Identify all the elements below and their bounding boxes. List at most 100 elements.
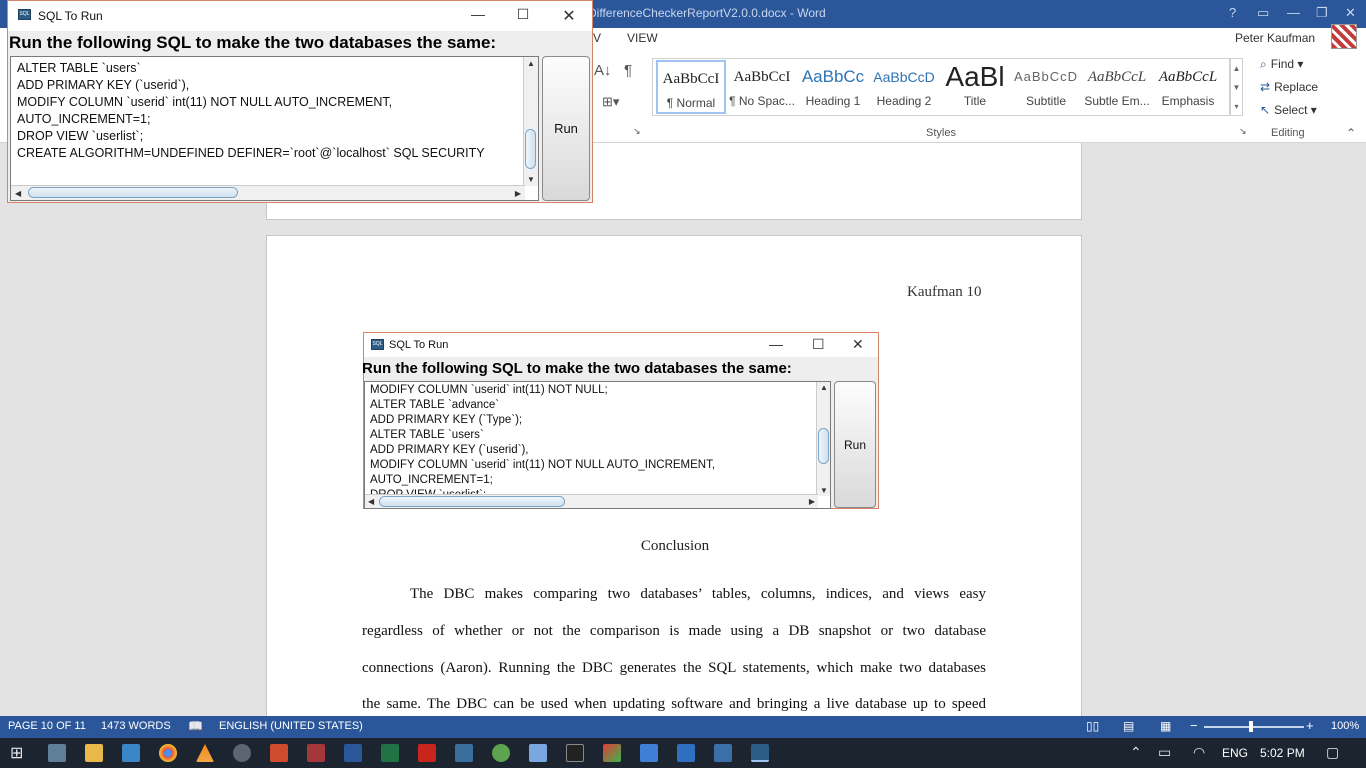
scroll-up-icon[interactable]: ▲	[527, 59, 535, 68]
excel-icon[interactable]	[381, 744, 399, 762]
proofing-icon[interactable]: 📖	[188, 719, 203, 733]
more-styles-icon[interactable]: ▾	[1231, 97, 1242, 116]
powerpoint-icon[interactable]	[270, 744, 288, 762]
run-button[interactable]: Run	[542, 56, 590, 201]
current-page[interactable]: Kaufman 10 SQL SQL To Run — ☐ ✕ Run the …	[266, 235, 1082, 716]
restore-icon[interactable]: ❐	[1316, 5, 1328, 21]
mysql-workbench-icon[interactable]	[455, 744, 473, 762]
style-no-spacing[interactable]: AaBbCcI ¶ No Spac...	[727, 60, 797, 114]
sql-line[interactable]: MODIFY COLUMN `userid` int(11) NOT NULL …	[17, 94, 485, 111]
sql-to-run-taskbar-icon[interactable]	[751, 744, 769, 762]
dialog-title-bar[interactable]: SQL SQL To Run — ☐ ✕	[8, 1, 592, 31]
find-button[interactable]: ⌕ Find ▾	[1260, 57, 1303, 72]
pilcrow-icon[interactable]: ¶	[624, 62, 632, 79]
embedded-sql-dialog-image[interactable]: SQL SQL To Run — ☐ ✕ Run the following S…	[362, 332, 879, 509]
minimize-icon[interactable]: —	[1287, 5, 1300, 20]
replace-button[interactable]: ⇄ Replace	[1260, 80, 1318, 94]
xbox-icon[interactable]	[492, 744, 510, 762]
style-subtle-emphasis[interactable]: AaBbCcL Subtle Em...	[1082, 60, 1152, 114]
chevron-up-icon[interactable]: ▲	[1231, 59, 1242, 78]
sql-line[interactable]: DROP VIEW `userlist`;	[17, 128, 485, 145]
action-center-icon[interactable]: ▢	[1326, 744, 1339, 761]
show-hidden-icons-icon[interactable]: ⌃	[1130, 744, 1142, 761]
avatar[interactable]	[1331, 24, 1357, 49]
zoom-slider-thumb[interactable]	[1249, 721, 1253, 732]
scroll-right-icon[interactable]: ▶	[515, 189, 521, 198]
read-mode-icon[interactable]: ▯▯	[1086, 719, 1099, 733]
style-emphasis[interactable]: AaBbCcL Emphasis	[1153, 60, 1223, 114]
wifi-icon[interactable]: ◠	[1193, 744, 1205, 761]
horizontal-scrollbar[interactable]: ◀ ▶	[11, 185, 525, 200]
web-layout-icon[interactable]: ▦	[1160, 719, 1171, 733]
computer-icon[interactable]	[122, 744, 140, 762]
file-explorer-old-icon[interactable]	[48, 744, 66, 762]
unity-icon[interactable]	[233, 744, 251, 762]
tab-review-partial[interactable]: V	[593, 31, 601, 45]
style-normal[interactable]: AaBbCcI ¶ Normal	[656, 60, 726, 114]
page-count[interactable]: PAGE 10 OF 11	[8, 720, 86, 732]
sql-line: ALTER TABLE `advance`	[370, 399, 500, 411]
style-subtitle[interactable]: AaBbCcD Subtitle	[1011, 60, 1081, 114]
sql-text[interactable]: ALTER TABLE `users` ADD PRIMARY KEY (`us…	[17, 60, 485, 162]
tab-view[interactable]: VIEW	[627, 31, 658, 45]
language-status[interactable]: ENGLISH (UNITED STATES)	[219, 720, 363, 732]
sql-line: MODIFY COLUMN `userid` int(11) NOT NULL;	[370, 384, 608, 396]
cube-app-icon[interactable]	[714, 744, 732, 762]
select-button[interactable]: ↖ Select ▾	[1260, 103, 1317, 117]
style-heading-1[interactable]: AaBbCc Heading 1	[798, 60, 868, 114]
folder-icon[interactable]	[85, 744, 103, 762]
word-count[interactable]: 1473 WORDS	[101, 720, 171, 732]
windows-start-icon[interactable]: ⊞	[10, 743, 23, 763]
styles-gallery-scroll[interactable]: ▲ ▼ ▾	[1230, 58, 1243, 116]
zoom-level[interactable]: 100%	[1331, 720, 1359, 732]
clock[interactable]: 5:02 PM	[1260, 746, 1305, 760]
word-icon[interactable]	[344, 744, 362, 762]
user-name[interactable]: Peter Kaufman	[1235, 31, 1315, 45]
minimize-button[interactable]: —	[468, 6, 488, 22]
chrome-icon[interactable]	[159, 744, 177, 762]
zoom-out-icon[interactable]: −	[1190, 718, 1198, 733]
sql-line[interactable]: AUTO_INCREMENT=1;	[17, 111, 485, 128]
scroll-thumb[interactable]	[525, 129, 536, 169]
malwarebytes-icon[interactable]	[640, 744, 658, 762]
run-button-image: Run	[834, 381, 876, 508]
print-layout-icon[interactable]: ▤	[1123, 719, 1134, 733]
help-icon[interactable]: ?	[1229, 5, 1236, 20]
vertical-scrollbar[interactable]: ▲ ▼	[523, 57, 538, 186]
zoom-slider[interactable]	[1204, 726, 1304, 728]
sql-line[interactable]: ADD PRIMARY KEY (`userid`),	[17, 77, 485, 94]
sort-icon[interactable]: A↓	[594, 62, 612, 79]
style-heading-2[interactable]: AaBbCcD Heading 2	[869, 60, 939, 114]
chevron-down-icon[interactable]: ▼	[1231, 78, 1242, 97]
style-title[interactable]: AaBl Title	[940, 60, 1010, 114]
minimize-icon: —	[769, 336, 783, 352]
battery-icon[interactable]: ▭	[1158, 744, 1171, 761]
scroll-left-icon[interactable]: ◀	[15, 189, 21, 198]
command-prompt-icon[interactable]	[566, 744, 584, 762]
sql-line[interactable]: CREATE ALGORITHM=UNDEFINED DEFINER=`root…	[17, 145, 485, 162]
paragraph-dialog-launcher-icon[interactable]: ↘	[633, 126, 641, 137]
scroll-thumb[interactable]	[28, 187, 238, 198]
close-button[interactable]: ✕	[559, 6, 579, 26]
zoom-in-icon[interactable]: +	[1306, 718, 1314, 733]
virtualbox-icon[interactable]	[529, 744, 547, 762]
access-icon[interactable]	[307, 744, 325, 762]
acrobat-icon[interactable]	[418, 744, 436, 762]
sql-textarea[interactable]: ALTER TABLE `users` ADD PRIMARY KEY (`us…	[10, 56, 539, 201]
sql-line[interactable]: ALTER TABLE `users`	[17, 60, 485, 77]
sql-line: AUTO_INCREMENT=1;	[370, 474, 493, 486]
scroll-down-icon[interactable]: ▼	[527, 175, 535, 184]
cursor-icon: ↖	[1260, 103, 1271, 117]
document-area[interactable]: Kaufman 10 SQL SQL To Run — ☐ ✕ Run the …	[0, 143, 1366, 716]
borders-icon[interactable]: ⊞▾	[602, 94, 619, 110]
windows-defender-icon[interactable]	[677, 744, 695, 762]
ribbon-display-options-icon[interactable]: ▭	[1257, 5, 1269, 21]
close-icon[interactable]: ✕	[1345, 5, 1356, 21]
xmind-icon[interactable]	[603, 744, 621, 762]
input-language[interactable]: ENG	[1222, 746, 1248, 760]
vlc-icon[interactable]	[196, 744, 214, 762]
styles-group-label: Styles	[926, 127, 956, 139]
maximize-button[interactable]: ☐	[513, 6, 533, 23]
styles-dialog-launcher-icon[interactable]: ↘	[1239, 126, 1247, 137]
collapse-ribbon-icon[interactable]: ⌃	[1346, 126, 1356, 140]
